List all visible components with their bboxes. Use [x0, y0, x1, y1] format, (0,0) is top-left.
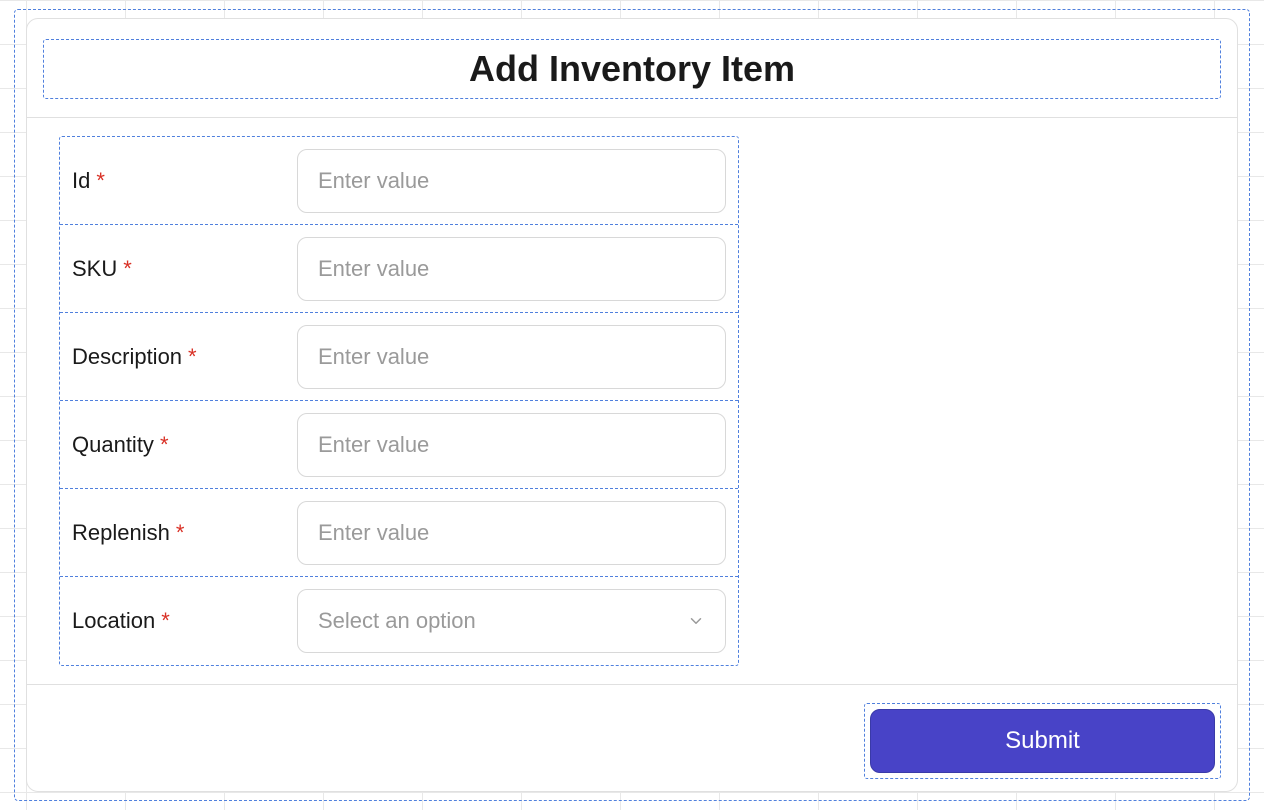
required-indicator: * [160, 432, 169, 458]
field-row-sku: SKU * [60, 225, 738, 313]
field-row-id: Id * [60, 137, 738, 225]
required-indicator: * [123, 256, 132, 282]
label-text: Replenish [72, 520, 170, 546]
label-text: Location [72, 608, 155, 634]
label-text: SKU [72, 256, 117, 282]
field-row-location: Location * Select an option [60, 577, 738, 665]
sku-input[interactable] [297, 237, 726, 301]
label-id: Id * [72, 168, 297, 194]
chevron-down-icon [687, 612, 705, 630]
submit-outline: Submit [864, 703, 1221, 779]
card-body: Id * SKU * Description * [27, 118, 1237, 684]
quantity-input[interactable] [297, 413, 726, 477]
required-indicator: * [96, 168, 105, 194]
required-indicator: * [176, 520, 185, 546]
id-input[interactable] [297, 149, 726, 213]
label-location: Location * [72, 608, 297, 634]
label-text: Id [72, 168, 90, 194]
label-replenish: Replenish * [72, 520, 297, 546]
label-sku: SKU * [72, 256, 297, 282]
field-row-replenish: Replenish * [60, 489, 738, 577]
field-row-description: Description * [60, 313, 738, 401]
select-placeholder: Select an option [318, 608, 476, 634]
replenish-input[interactable] [297, 501, 726, 565]
label-description: Description * [72, 344, 297, 370]
location-select[interactable]: Select an option [297, 589, 726, 653]
required-indicator: * [188, 344, 197, 370]
label-text: Description [72, 344, 182, 370]
field-row-quantity: Quantity * [60, 401, 738, 489]
page-title: Add Inventory Item [44, 48, 1220, 90]
form-card: Add Inventory Item Id * SKU * [26, 18, 1238, 792]
form-area: Id * SKU * Description * [59, 136, 739, 666]
submit-button[interactable]: Submit [870, 709, 1215, 773]
label-quantity: Quantity * [72, 432, 297, 458]
label-text: Quantity [72, 432, 154, 458]
description-input[interactable] [297, 325, 726, 389]
card-footer: Submit [27, 684, 1237, 797]
card-header: Add Inventory Item [27, 19, 1237, 118]
required-indicator: * [161, 608, 170, 634]
title-outline: Add Inventory Item [43, 39, 1221, 99]
